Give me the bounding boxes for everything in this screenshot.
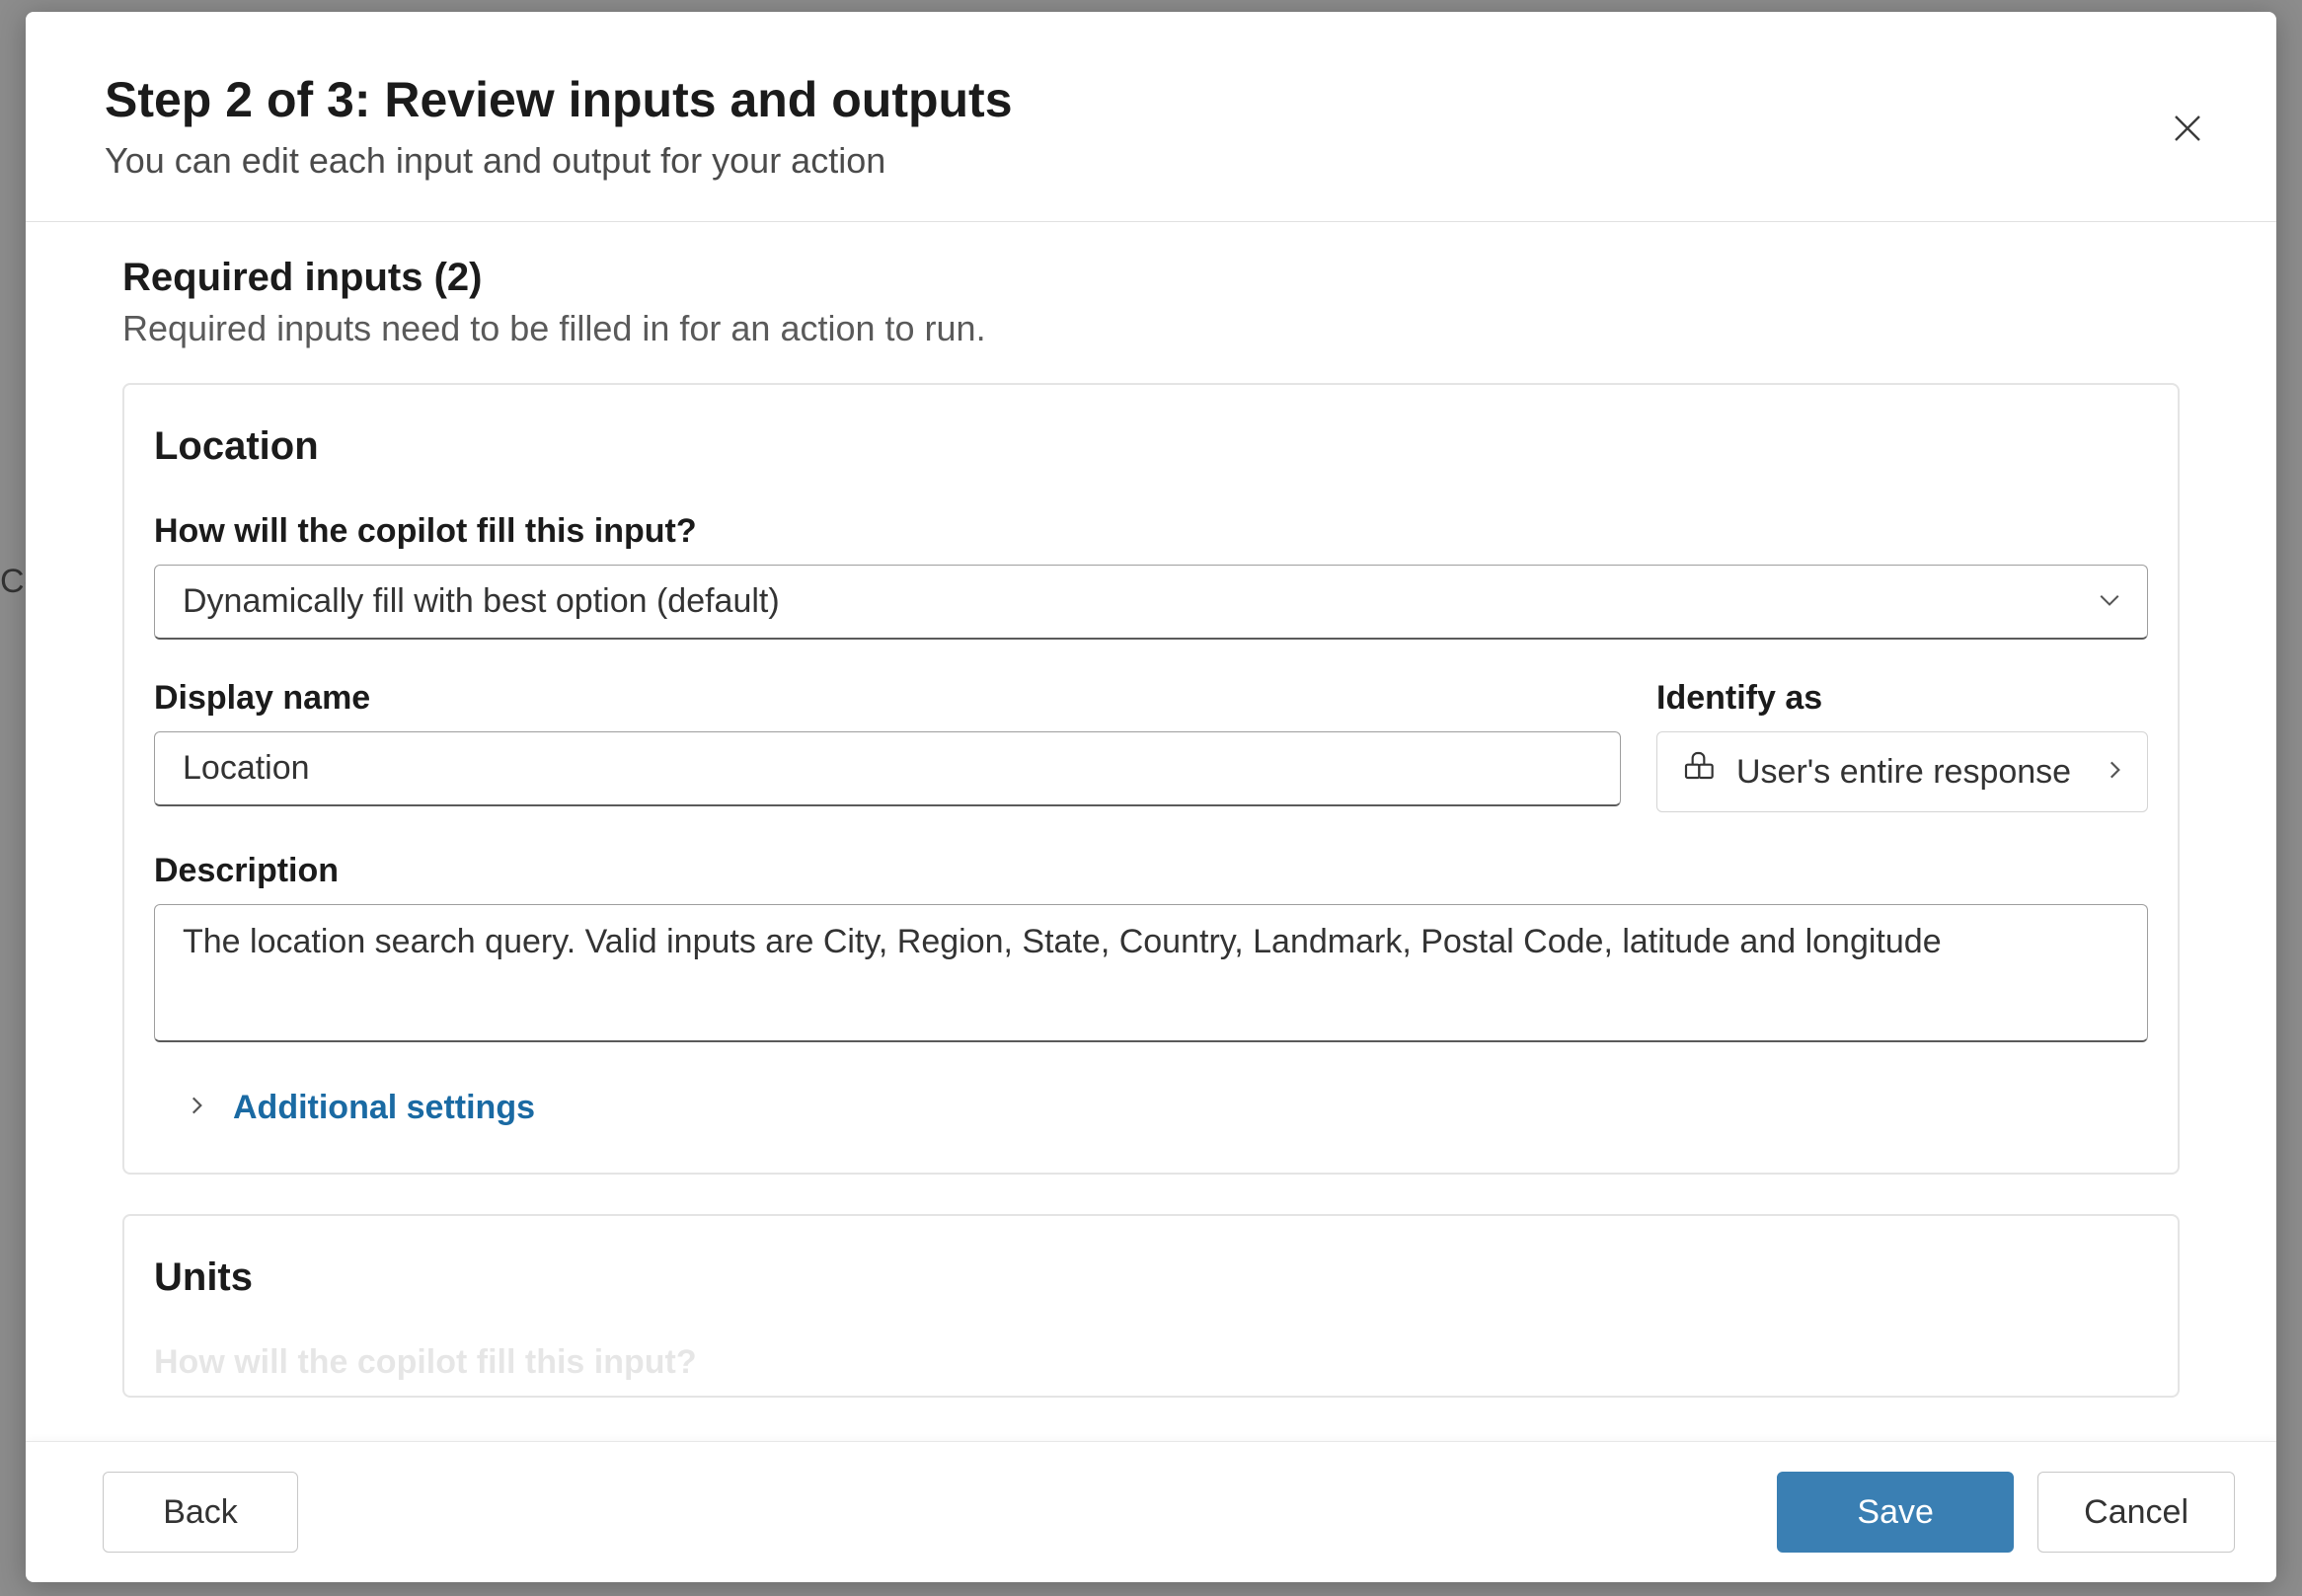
- close-icon: [2170, 134, 2205, 149]
- required-inputs-section: Required inputs (2) Required inputs need…: [26, 256, 2276, 383]
- display-name-label: Display name: [154, 679, 1621, 718]
- card-title-location: Location: [154, 424, 2148, 469]
- identify-value: User's entire response: [1736, 753, 2086, 792]
- dialog-title: Step 2 of 3: Review inputs and outputs: [105, 71, 1013, 128]
- fill-select[interactable]: Dynamically fill with best option (defau…: [154, 565, 2148, 640]
- dialog-body: Required inputs (2) Required inputs need…: [26, 222, 2276, 1441]
- chevron-right-icon: [2102, 753, 2127, 792]
- cancel-label: Cancel: [2084, 1493, 2188, 1532]
- dialog-subtitle: You can edit each input and output for y…: [105, 140, 1013, 182]
- identify-as-button[interactable]: User's entire response: [1656, 731, 2148, 812]
- input-card-location: Location How will the copilot fill this …: [122, 383, 2180, 1175]
- chevron-right-icon: [184, 1089, 209, 1127]
- identify-col: Identify as User's entire response: [1656, 679, 2148, 812]
- identify-label: Identify as: [1656, 679, 2148, 718]
- fill-select-value: Dynamically fill with best option (defau…: [183, 582, 780, 621]
- additional-settings-label: Additional settings: [233, 1089, 535, 1127]
- save-label: Save: [1857, 1493, 1934, 1532]
- dialog: Step 2 of 3: Review inputs and outputs Y…: [26, 12, 2276, 1582]
- display-identify-row: Display name Identify as: [154, 679, 2148, 812]
- required-inputs-heading: Required inputs (2): [122, 256, 2180, 300]
- cards-container: Location How will the copilot fill this …: [26, 383, 2276, 1398]
- save-button[interactable]: Save: [1777, 1472, 2014, 1553]
- fill-label: How will the copilot fill this input?: [154, 512, 2148, 551]
- display-name-col: Display name: [154, 679, 1621, 812]
- required-inputs-subtext: Required inputs need to be filled in for…: [122, 308, 2180, 349]
- header-text-group: Step 2 of 3: Review inputs and outputs Y…: [105, 71, 1013, 182]
- fill-label-units: How will the copilot fill this input?: [154, 1343, 2148, 1382]
- footer-right-group: Save Cancel: [1777, 1472, 2235, 1553]
- fill-select-wrapper: Dynamically fill with best option (defau…: [154, 565, 2148, 640]
- input-card-units: Units How will the copilot fill this inp…: [122, 1214, 2180, 1398]
- dialog-footer: Back Save Cancel: [26, 1441, 2276, 1582]
- card-title-units: Units: [154, 1255, 2148, 1300]
- description-label: Description: [154, 852, 2148, 890]
- cancel-button[interactable]: Cancel: [2037, 1472, 2235, 1553]
- display-name-input[interactable]: [154, 731, 1621, 806]
- entity-icon: [1681, 748, 1721, 797]
- additional-settings-toggle[interactable]: Additional settings: [184, 1089, 535, 1127]
- dialog-header: Step 2 of 3: Review inputs and outputs Y…: [26, 12, 2276, 222]
- back-button[interactable]: Back: [103, 1472, 298, 1553]
- back-label: Back: [163, 1493, 238, 1532]
- description-textarea[interactable]: [154, 904, 2148, 1042]
- close-button[interactable]: [2158, 99, 2217, 161]
